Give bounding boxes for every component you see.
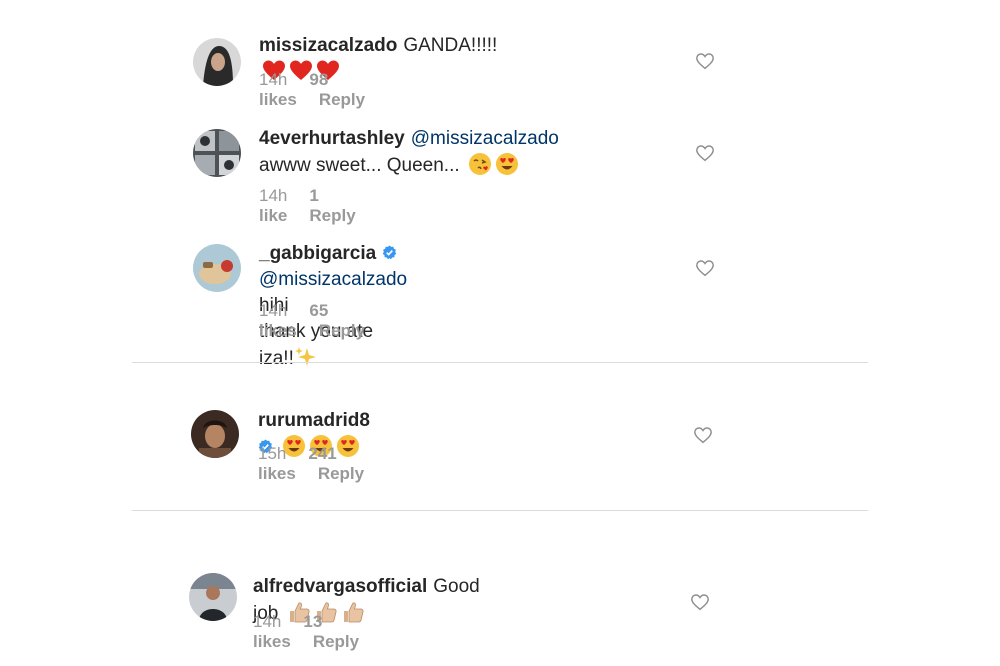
comment-meta: 14h 1 like Reply — [259, 186, 378, 226]
like-heart-icon[interactable] — [690, 593, 710, 611]
username-link[interactable]: missizacalzado — [259, 35, 397, 56]
like-heart-icon[interactable] — [695, 259, 715, 277]
username-link[interactable]: alfredvargasofficial — [253, 576, 427, 597]
timestamp: 14h — [259, 186, 288, 205]
heart-eyes-face-icon — [495, 153, 518, 175]
timestamp: 14h — [259, 301, 288, 320]
comment-body: GANDA!!!!! — [403, 35, 498, 56]
reply-button[interactable]: Reply — [319, 321, 365, 340]
comment-meta: 14h 98 likes Reply — [259, 70, 387, 110]
thread-divider — [132, 510, 868, 511]
username-link[interactable]: 4everhurtashley — [259, 128, 405, 149]
avatar[interactable] — [193, 38, 241, 86]
username-link[interactable]: _gabbigarcia — [259, 243, 376, 264]
timestamp: 14h — [253, 612, 282, 631]
avatar[interactable] — [191, 410, 239, 458]
comment-meta: 14h 13 likes Reply — [253, 612, 381, 652]
face-blowing-kiss-icon — [468, 153, 491, 175]
reply-button[interactable]: Reply — [318, 464, 364, 483]
username-link[interactable]: rurumadrid8 — [258, 410, 370, 431]
comment-meta: 14h 65 likes Reply — [259, 301, 387, 341]
timestamp: 14h — [259, 70, 288, 89]
reply-button[interactable]: Reply — [319, 90, 365, 109]
reply-button[interactable]: Reply — [313, 632, 359, 651]
comment-body: awww sweet... Queen... — [259, 155, 460, 176]
like-heart-icon[interactable] — [695, 52, 715, 70]
avatar[interactable] — [189, 573, 237, 621]
comment-text: 4everhurtashley @missizacalzado awww swee… — [259, 126, 559, 179]
timestamp: 15h — [258, 444, 287, 463]
verified-badge-icon — [382, 245, 397, 260]
mention-link[interactable]: @missizacalzado — [411, 128, 559, 149]
like-heart-icon[interactable] — [693, 426, 713, 444]
comment-meta: 15h 241 likes Reply — [258, 444, 386, 484]
like-heart-icon[interactable] — [695, 144, 715, 162]
thread-divider — [132, 362, 868, 363]
avatar[interactable] — [193, 129, 241, 177]
avatar[interactable] — [193, 244, 241, 292]
mention-link[interactable]: @missizacalzado — [259, 269, 407, 290]
reply-button[interactable]: Reply — [309, 206, 355, 225]
sparkles-icon — [294, 347, 316, 366]
